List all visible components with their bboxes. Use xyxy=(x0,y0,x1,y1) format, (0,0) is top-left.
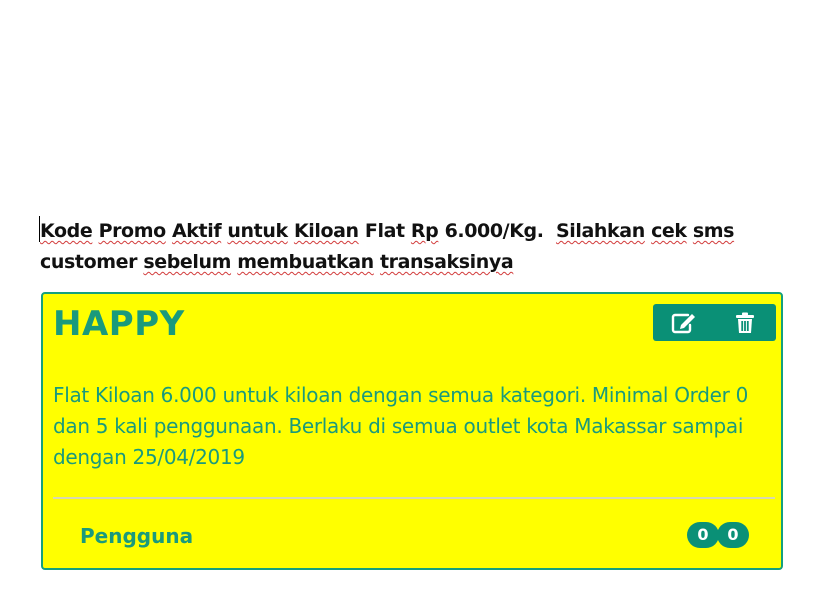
notice-word: sms xyxy=(692,220,735,242)
notice-word: membuatkan xyxy=(237,251,374,273)
promo-description: Flat Kiloan 6.000 untuk kiloan dengan se… xyxy=(53,383,749,469)
promo-card: HAPPY Flat Kiloan 6.000 untuk kiloan den… xyxy=(41,292,783,570)
notice-word: Flat xyxy=(364,220,405,242)
notice-word: Silahkan xyxy=(556,220,645,242)
trash-icon xyxy=(736,312,755,333)
notice-word: Kiloan xyxy=(293,220,359,242)
delete-button[interactable] xyxy=(715,304,777,341)
promo-actions xyxy=(653,304,776,341)
card-divider xyxy=(53,497,775,499)
notice-line-1: Kode Promo Aktif untuk Kiloan Flat Rp 6.… xyxy=(40,216,740,247)
notice-word: Kode xyxy=(40,220,93,242)
notice-word: Rp xyxy=(410,220,439,242)
notice-word: customer xyxy=(40,251,138,273)
notice-word: sebelum xyxy=(143,251,232,273)
edit-icon xyxy=(671,313,695,333)
promo-code: HAPPY xyxy=(53,304,185,344)
notice-word: cek xyxy=(651,220,687,242)
notice-word: untuk xyxy=(227,220,288,242)
notice-word: transaksinya xyxy=(379,251,514,273)
notice-word: 6.000/Kg. xyxy=(444,220,544,242)
notice-word: Aktif xyxy=(171,220,222,242)
users-label: Pengguna xyxy=(80,524,194,548)
notice-line-2: customer sebelum membuatkan transaksinya xyxy=(40,247,740,278)
promo-notice: Kode Promo Aktif untuk Kiloan Flat Rp 6.… xyxy=(40,216,740,278)
notice-word: Promo xyxy=(98,220,167,242)
usage-badges: 0 0 xyxy=(687,522,749,548)
usage-badge: 0 xyxy=(717,522,749,548)
usage-badge: 0 xyxy=(687,522,719,548)
edit-button[interactable] xyxy=(653,304,715,341)
